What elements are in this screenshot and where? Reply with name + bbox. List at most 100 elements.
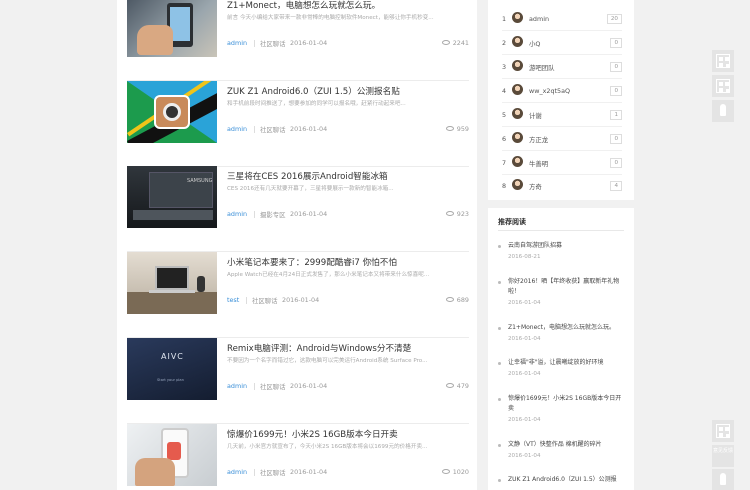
user-name[interactable]: 方正龙: [529, 135, 548, 144]
article-title[interactable]: 惊爆价1699元！小米2S 16GB版本今日开卖: [227, 428, 398, 440]
post-count-badge: 0: [610, 158, 622, 168]
article-author[interactable]: admin: [227, 210, 247, 218]
ranking-row[interactable]: 1 admin 20: [502, 8, 622, 31]
article-thumbnail[interactable]: SAMSUNG: [127, 166, 217, 228]
article-title[interactable]: ZUK Z1 Android6.0（ZUI 1.5）公测报名贴: [227, 85, 400, 97]
ranking-row[interactable]: 2 小Q 0: [502, 32, 622, 55]
article-date: 2016-01-04: [290, 39, 328, 47]
qr-code-button[interactable]: [712, 50, 734, 72]
article-author[interactable]: admin: [227, 468, 247, 476]
article-category[interactable]: 社区聊话: [246, 296, 278, 305]
article-view-count: 689: [456, 296, 469, 304]
article-category[interactable]: 社区聊话: [254, 125, 286, 134]
avatar[interactable]: [512, 60, 523, 71]
ranking-row[interactable]: 3 游吧团队 0: [502, 56, 622, 79]
article-view-count: 923: [456, 210, 469, 218]
ranking-row[interactable]: 6 方正龙 0: [502, 128, 622, 151]
article-excerpt: 前言 今天小编给大家带来一款非常棒的电脑控制软件Monect，能够让你手机秒变.…: [227, 15, 434, 21]
rocket-icon: [720, 104, 726, 116]
recommended-panel: 推荐阅读 云南自驾游团队招募 2016-08-21 你好2016！晒【年终收获】…: [488, 208, 634, 490]
article-title[interactable]: 小米笔记本要来了：2999配酷睿i7 你怕不怕: [227, 256, 397, 268]
bullet-icon: [498, 479, 501, 482]
article-author[interactable]: test: [227, 296, 239, 304]
eye-icon: [441, 469, 450, 474]
user-name[interactable]: 小Q: [529, 39, 540, 48]
post-count-badge: 0: [610, 38, 622, 48]
rocket-icon: [720, 473, 726, 485]
article-views: 959: [445, 125, 469, 133]
article-thumbnail[interactable]: [127, 0, 217, 57]
avatar[interactable]: [512, 12, 523, 23]
article-views: 689: [445, 296, 469, 304]
article-excerpt: 和手机前段时间推送了，想要参加的同学可以报名哦，赶紧行动起来吧...: [227, 101, 406, 107]
article-author[interactable]: admin: [227, 125, 247, 133]
article-thumbnail[interactable]: [127, 252, 217, 314]
article-thumbnail[interactable]: AIVC Start your plan: [127, 338, 217, 400]
bullet-icon: [498, 362, 501, 365]
article-item[interactable]: AIVC Start your plan Remix电脑评测：Android与W…: [127, 338, 469, 424]
article-thumbnail[interactable]: [127, 424, 217, 486]
article-excerpt: Apple Watch已经在4月24日正式发售了，那么小米笔记本又将带来什么惊喜…: [227, 272, 430, 278]
avatar[interactable]: [512, 108, 523, 119]
recommended-title[interactable]: 让幸福"非"溢，让晨曦绽放的好环境: [508, 358, 624, 368]
article-date: 2016-01-04: [282, 296, 320, 304]
article-item[interactable]: 惊爆价1699元！小米2S 16GB版本今日开卖 几天前，小米官方就宣布了，今天…: [127, 424, 469, 490]
rank-number: 3: [502, 63, 507, 71]
feedback-button[interactable]: 意见反馈: [712, 445, 734, 467]
avatar[interactable]: [512, 156, 523, 167]
recommended-title[interactable]: 云南自驾游团队招募: [508, 241, 624, 251]
article-category[interactable]: 社区聊话: [254, 382, 286, 391]
user-name[interactable]: ww_x2qt5aQ: [529, 87, 570, 95]
article-item[interactable]: 小米笔记本要来了：2999配酷睿i7 你怕不怕 Apple Watch已经在4月…: [127, 252, 469, 338]
recommended-title[interactable]: 惊爆价1699元！小米2S 16GB版本今日开卖: [508, 394, 624, 414]
ranking-row[interactable]: 4 ww_x2qt5aQ 0: [502, 80, 622, 103]
article-date: 2016-01-04: [290, 125, 328, 133]
article-date: 2016-01-04: [290, 468, 328, 476]
bullet-icon: [498, 245, 501, 248]
recommended-date: 2016-08-21: [508, 254, 541, 260]
article-excerpt: 不要因为一个名字而错过它，这款电脑可以完美运行Android系统 Surface…: [227, 358, 428, 364]
back-to-top-button[interactable]: [712, 100, 734, 122]
recommended-date: 2016-01-04: [508, 336, 541, 342]
back-to-top-button[interactable]: [712, 469, 734, 490]
article-category[interactable]: 社区聊话: [254, 39, 286, 48]
post-count-badge: 0: [610, 86, 622, 96]
article-item[interactable]: Z1+Monect，电脑想怎么玩就怎么玩。 前言 今天小编给大家带来一款非常棒的…: [127, 0, 469, 81]
ranking-row[interactable]: 5 计谢 1: [502, 104, 622, 127]
recommended-title[interactable]: 你好2016！晒【年终收获】赢取新年礼物啦！: [508, 277, 624, 297]
user-name[interactable]: admin: [529, 15, 549, 23]
avatar[interactable]: [512, 36, 523, 47]
article-meta: admin 社区聊话 2016-01-04 959: [227, 125, 469, 137]
article-views: 1020: [441, 468, 469, 476]
article-view-count: 1020: [452, 468, 469, 476]
article-title[interactable]: Z1+Monect，电脑想怎么玩就怎么玩。: [227, 0, 380, 11]
user-name[interactable]: 牛善明: [529, 159, 548, 168]
qr-code-button[interactable]: [712, 75, 734, 97]
avatar[interactable]: [512, 84, 523, 95]
user-name[interactable]: 游吧团队: [529, 63, 555, 72]
bullet-icon: [498, 327, 501, 330]
avatar[interactable]: [512, 179, 523, 190]
recommended-title[interactable]: ZUK Z1 Android6.0（ZUI 1.5）公测报: [508, 475, 624, 485]
user-name[interactable]: 计谢: [529, 111, 542, 120]
recommended-title[interactable]: Z1+Monect，电脑想怎么玩就怎么玩。: [508, 323, 624, 333]
eye-icon: [445, 126, 454, 131]
ranking-row[interactable]: 7 牛善明 0: [502, 152, 622, 175]
avatar[interactable]: [512, 132, 523, 143]
ranking-row[interactable]: 8 方奇 4: [502, 175, 622, 198]
recommended-title[interactable]: 文静（VT）快整作品 棉机醒的碎片: [508, 440, 624, 450]
article-view-count: 959: [456, 125, 469, 133]
qr-code-icon: [716, 54, 730, 68]
article-title[interactable]: 三星将在CES 2016展示Android智能冰箱: [227, 170, 388, 182]
article-author[interactable]: admin: [227, 39, 247, 47]
user-name[interactable]: 方奇: [529, 182, 542, 191]
article-title[interactable]: Remix电脑评测：Android与Windows分不清楚: [227, 342, 411, 354]
article-item[interactable]: SAMSUNG 三星将在CES 2016展示Android智能冰箱 CES 20…: [127, 166, 469, 252]
article-item[interactable]: ZUK Z1 Android6.0（ZUI 1.5）公测报名贴 和手机前段时间推…: [127, 81, 469, 167]
article-category[interactable]: 摄影专区: [254, 210, 286, 219]
divider: [498, 230, 624, 231]
qr-code-button[interactable]: [712, 420, 734, 442]
article-author[interactable]: admin: [227, 382, 247, 390]
article-thumbnail[interactable]: [127, 81, 217, 143]
article-category[interactable]: 社区聊话: [254, 468, 286, 477]
